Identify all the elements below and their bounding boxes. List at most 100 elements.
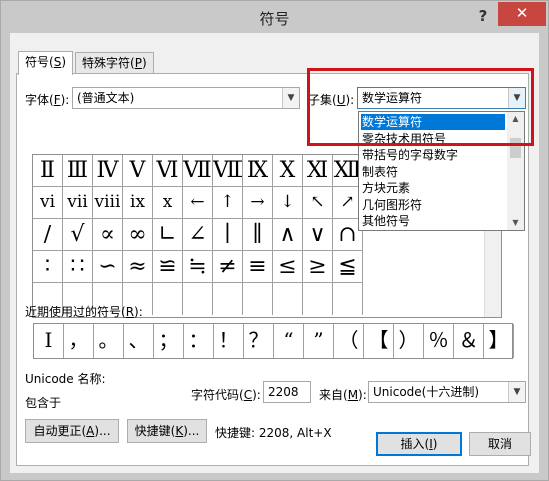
symbol-cell[interactable]: ⅷ xyxy=(93,187,123,219)
symbol-cell[interactable] xyxy=(303,283,333,315)
subset-select[interactable]: 数学运算符 ▼ xyxy=(357,87,526,109)
autocorrect-button[interactable]: 自动更正(A)... xyxy=(25,419,119,443)
symbol-cell[interactable]: ← xyxy=(183,187,213,219)
symbol-cell[interactable]: Ⅴ xyxy=(123,155,153,187)
symbol-cell[interactable]: Ⅸ xyxy=(243,155,273,187)
symbol-cell[interactable]: ⅵ xyxy=(33,187,63,219)
symbol-cell[interactable]: x xyxy=(153,187,183,219)
symbol-cell[interactable]: ∟ xyxy=(153,219,183,251)
tab-special-label: 特殊字符( xyxy=(82,56,135,70)
symbol-cell[interactable] xyxy=(213,283,243,315)
subset-option[interactable]: 带括号的字母数字 xyxy=(361,147,505,163)
symbol-cell[interactable]: ∧ xyxy=(273,219,303,251)
recent-symbol-cell[interactable]: 【 xyxy=(364,324,394,358)
symbol-cell[interactable]: Ⅱ xyxy=(33,155,63,187)
symbol-cell[interactable]: ≦ xyxy=(333,251,363,283)
tab-special-characters[interactable]: 特殊字符(P) xyxy=(75,52,154,74)
chevron-down-icon[interactable]: ▼ xyxy=(508,382,525,402)
recent-symbol-cell[interactable]: ） xyxy=(394,324,424,358)
symbol-cell[interactable] xyxy=(273,283,303,315)
dropdown-scrollbar[interactable]: ▲ ▼ xyxy=(507,112,524,230)
tab-symbols-end: ) xyxy=(61,55,66,69)
symbol-cell[interactable]: ↓ xyxy=(273,187,303,219)
dialog-title: 符号 xyxy=(259,10,290,28)
tab-symbols[interactable]: 符号(S) xyxy=(18,51,73,75)
recent-symbol-cell[interactable]: “ xyxy=(274,324,304,358)
from-select[interactable]: Unicode(十六进制) ▼ xyxy=(368,381,526,403)
symbol-cell[interactable]: ≌ xyxy=(153,251,183,283)
recent-symbol-cell[interactable]: ！ xyxy=(214,324,244,358)
symbol-cell[interactable]: ∨ xyxy=(303,219,333,251)
recent-symbol-cell[interactable]: ， xyxy=(64,324,94,358)
symbol-cell[interactable]: → xyxy=(243,187,273,219)
symbol-cell[interactable]: ≒ xyxy=(183,251,213,283)
symbol-cell[interactable]: ∷ xyxy=(63,251,93,283)
recent-symbol-cell[interactable]: ： xyxy=(184,324,214,358)
symbol-cell[interactable]: ∠ xyxy=(183,219,213,251)
symbol-cell[interactable]: ≤ xyxy=(273,251,303,283)
symbol-cell[interactable]: ↑ xyxy=(213,187,243,219)
symbol-cell[interactable] xyxy=(153,283,183,315)
recent-symbol-cell[interactable]: ％ xyxy=(424,324,454,358)
recent-symbol-cell[interactable]: ＆ xyxy=(454,324,484,358)
from-label: 来自(M): xyxy=(319,388,367,402)
font-select[interactable]: (普通文本) ▼ xyxy=(72,87,300,109)
symbol-cell[interactable]: ↖ xyxy=(303,187,333,219)
chevron-down-icon[interactable]: ▼ xyxy=(508,88,525,108)
symbol-cell[interactable]: ∶ xyxy=(33,251,63,283)
cancel-button[interactable]: 取消 xyxy=(469,432,531,456)
symbol-cell[interactable]: ⅶ xyxy=(63,187,93,219)
close-button[interactable]: ✕ xyxy=(498,2,546,26)
recent-symbol-cell[interactable]: 。 xyxy=(94,324,124,358)
recent-symbol-cell[interactable]: I xyxy=(34,324,64,358)
symbol-cell[interactable]: Ⅶ xyxy=(183,155,213,187)
symbol-cell[interactable]: ∕ xyxy=(33,219,63,251)
chevron-up-icon[interactable]: ▲ xyxy=(507,112,524,126)
title-bar: 符号 ? ✕ xyxy=(1,1,548,33)
symbol-cell[interactable]: ≠ xyxy=(213,251,243,283)
subset-option[interactable]: 数学运算符 xyxy=(361,114,505,130)
symbol-cell[interactable]: ⅸ xyxy=(123,187,153,219)
dropdown-scroll-thumb[interactable] xyxy=(510,138,521,158)
subset-option[interactable]: 其他符号 xyxy=(361,213,505,229)
symbol-cell[interactable]: Ⅷ xyxy=(213,155,243,187)
symbol-cell[interactable]: ≥ xyxy=(303,251,333,283)
font-value: (普通文本) xyxy=(77,91,135,105)
symbol-cell[interactable]: ∣ xyxy=(213,219,243,251)
symbol-cell[interactable]: Ⅵ xyxy=(153,155,183,187)
symbol-cell[interactable]: Ⅺ xyxy=(303,155,333,187)
recent-symbol-cell[interactable]: ” xyxy=(304,324,334,358)
symbol-cell[interactable] xyxy=(183,283,213,315)
subset-dropdown-list: ▲ ▼ 数学运算符 零杂技术用符号 带括号的字母数字 制表符 方块元素 几何图形符 其他符号 xyxy=(358,111,525,231)
symbol-cell[interactable]: ∞ xyxy=(123,219,153,251)
shortcut-key-text: 快捷键: 2208, Alt+X xyxy=(215,426,332,440)
recent-symbol-cell[interactable]: ； xyxy=(154,324,184,358)
subset-option[interactable]: 零杂技术用符号 xyxy=(361,131,505,147)
tab-special-key: P xyxy=(134,56,142,70)
chevron-down-icon[interactable]: ▼ xyxy=(282,88,299,108)
symbol-cell[interactable]: Ⅳ xyxy=(93,155,123,187)
recent-label: 近期使用过的符号(R): xyxy=(25,305,143,319)
symbol-cell[interactable]: Ⅹ xyxy=(273,155,303,187)
help-button[interactable]: ? xyxy=(471,6,495,26)
symbol-cell[interactable]: ∝ xyxy=(93,219,123,251)
chevron-down-icon[interactable]: ▼ xyxy=(507,216,524,230)
insert-button[interactable]: 插入(I) xyxy=(376,432,462,456)
symbol-cell[interactable]: ≡ xyxy=(243,251,273,283)
recent-symbol-cell[interactable]: ？ xyxy=(244,324,274,358)
shortcut-key-button[interactable]: 快捷键(K)... xyxy=(127,419,207,443)
symbol-cell[interactable]: ∥ xyxy=(243,219,273,251)
symbol-cell[interactable]: Ⅲ xyxy=(63,155,93,187)
recent-symbol-cell[interactable]: 】 xyxy=(484,324,514,358)
symbol-cell[interactable] xyxy=(243,283,273,315)
subset-option[interactable]: 方块元素 xyxy=(361,180,505,196)
recent-symbol-cell[interactable]: （ xyxy=(334,324,364,358)
subset-option[interactable]: 制表符 xyxy=(361,164,505,180)
symbol-cell[interactable]: ∽ xyxy=(93,251,123,283)
symbol-cell[interactable]: √ xyxy=(63,219,93,251)
char-code-input[interactable]: 2208 xyxy=(263,381,311,403)
symbol-cell[interactable]: ≈ xyxy=(123,251,153,283)
subset-option[interactable]: 几何图形符 xyxy=(361,197,505,213)
symbol-cell[interactable] xyxy=(333,283,363,315)
recent-symbol-cell[interactable]: 、 xyxy=(124,324,154,358)
